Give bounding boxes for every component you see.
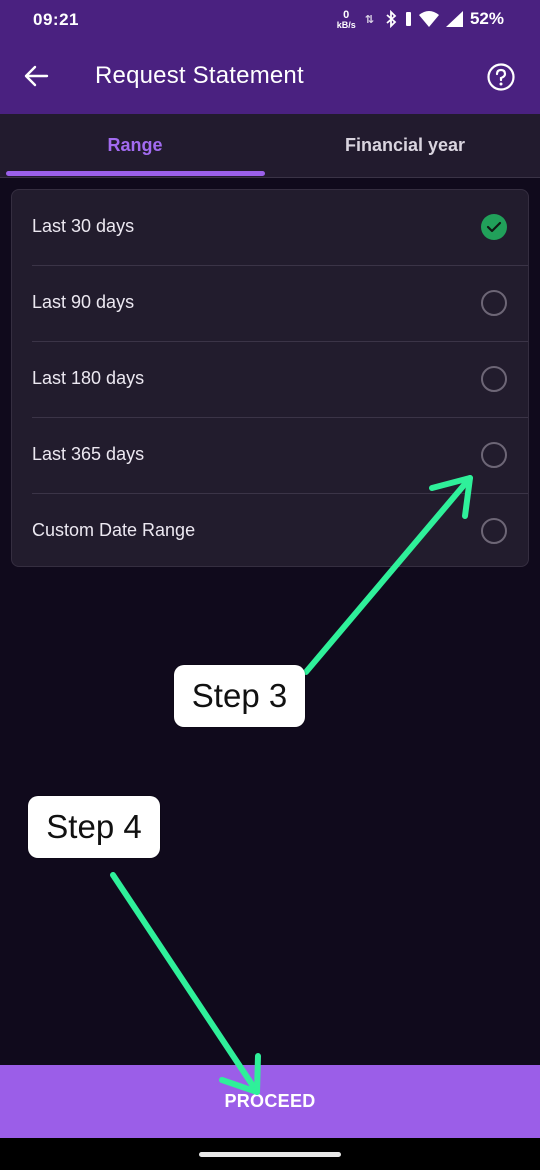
screen: 09:21 0 kB/s ⇅ 52% Request Statement Ran… bbox=[0, 0, 540, 1170]
annotation-arrows bbox=[110, 475, 473, 1095]
step3-callout: Step 3 bbox=[174, 665, 305, 727]
step4-arrow bbox=[110, 872, 261, 1095]
home-indicator[interactable] bbox=[199, 1152, 341, 1157]
step3-arrow bbox=[303, 475, 473, 675]
navigation-bar bbox=[0, 1138, 540, 1170]
step4-callout: Step 4 bbox=[28, 796, 160, 858]
